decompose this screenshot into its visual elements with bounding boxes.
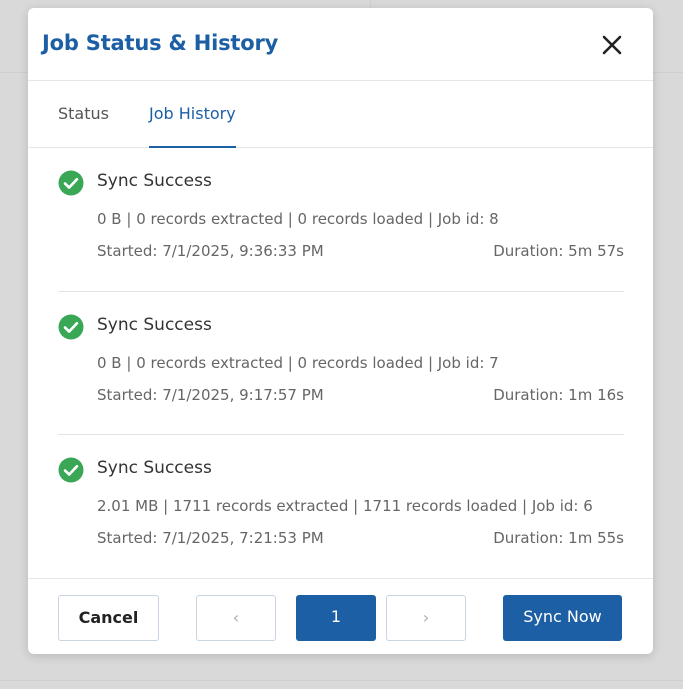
tab-status[interactable]: Status <box>58 81 109 147</box>
job-duration: Duration: 5m 57s <box>493 242 624 260</box>
job-duration: Duration: 1m 16s <box>493 386 624 404</box>
page-1-button[interactable]: 1 <box>296 595 376 641</box>
check-circle-icon <box>58 170 84 196</box>
job-summary: 0 B | 0 records extracted | 0 records lo… <box>97 210 499 228</box>
job-started-time: Started: 7/1/2025, 9:17:57 PM <box>97 386 324 404</box>
job-history-list: Sync Success 0 B | 0 records extracted |… <box>28 148 653 578</box>
next-page-button[interactable]: › <box>386 595 466 641</box>
job-started-time: Started: 7/1/2025, 9:36:33 PM <box>97 242 324 260</box>
close-icon <box>602 35 622 55</box>
tab-job-history[interactable]: Job History <box>149 81 236 148</box>
check-circle-icon <box>58 457 84 483</box>
job-duration: Duration: 1m 55s <box>493 529 624 547</box>
job-status-label: Sync Success <box>97 458 212 478</box>
close-button[interactable] <box>597 30 627 60</box>
dialog-header: Job Status & History <box>28 8 653 81</box>
job-item: Sync Success 0 B | 0 records extracted |… <box>58 292 624 434</box>
dialog-footer: Cancel ‹ 1 › Sync Now <box>28 578 653 655</box>
job-started-time: Started: 7/1/2025, 7:21:53 PM <box>97 529 324 547</box>
sync-now-button[interactable]: Sync Now <box>503 595 622 641</box>
job-status-dialog: Job Status & History Status Job History … <box>28 8 653 654</box>
job-item: Sync Success 2.01 MB | 1711 records extr… <box>58 435 624 578</box>
job-status-label: Sync Success <box>97 171 212 191</box>
job-summary: 0 B | 0 records extracted | 0 records lo… <box>97 354 499 372</box>
dialog-title: Job Status & History <box>42 31 279 55</box>
tab-bar: Status Job History <box>28 81 653 148</box>
previous-page-button[interactable]: ‹ <box>196 595 276 641</box>
job-status-label: Sync Success <box>97 315 212 335</box>
job-summary: 2.01 MB | 1711 records extracted | 1711 … <box>97 497 593 515</box>
check-circle-icon <box>58 314 84 340</box>
background-divider <box>0 680 683 681</box>
cancel-button[interactable]: Cancel <box>58 595 159 641</box>
job-item: Sync Success 0 B | 0 records extracted |… <box>58 148 624 291</box>
